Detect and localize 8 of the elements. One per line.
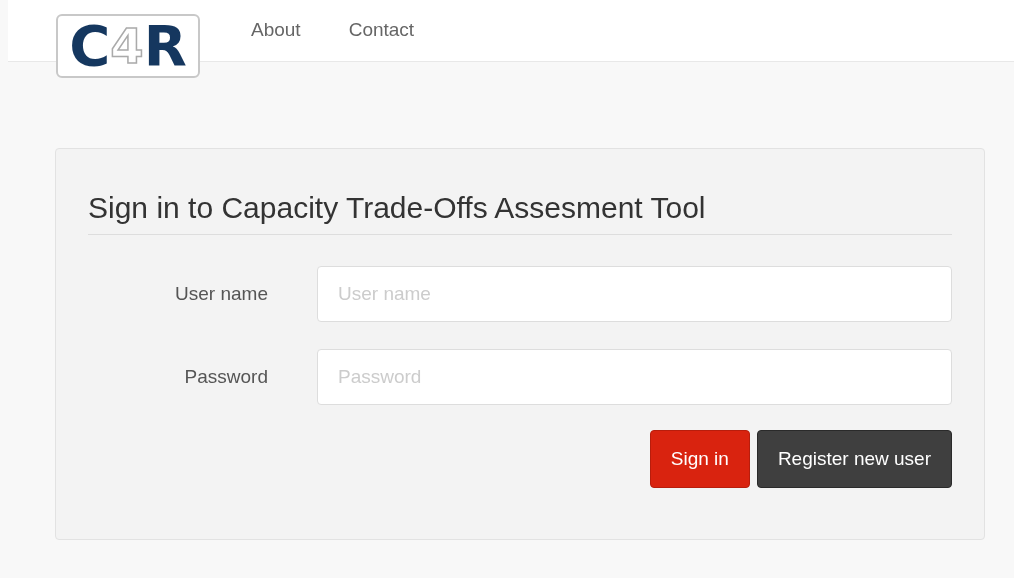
register-button[interactable]: Register new user	[756, 430, 952, 488]
nav-link[interactable]: About	[251, 16, 301, 45]
field-label: Password	[183, 364, 268, 389]
field-label: User name	[174, 281, 268, 306]
form-title: Sign in to Capacity Trade-Offs Assesment Tool	[88, 185, 952, 235]
signin-button[interactable]: Sign in	[649, 430, 750, 488]
logo[interactable]: C4R	[56, 14, 200, 78]
nav-link[interactable]: Contact	[348, 16, 415, 45]
